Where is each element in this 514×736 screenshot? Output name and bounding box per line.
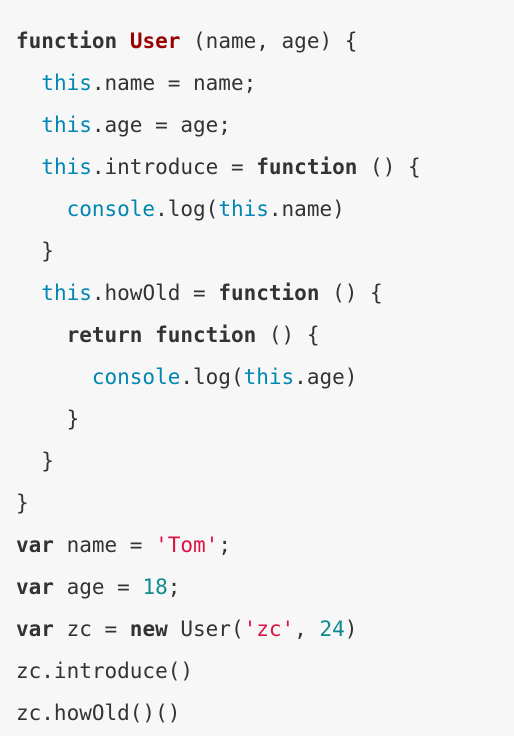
code-token-builtin: this (218, 197, 269, 221)
code-line[interactable]: } (0, 482, 514, 524)
code-token-builtin: this (243, 365, 295, 389)
code-token-builtin: this (41, 71, 92, 95)
code-token-string: 'Tom' (155, 533, 219, 557)
code-token-plain: .age = age; (91, 113, 231, 137)
code-token-plain: zc.howOld()() (16, 701, 181, 725)
code-token-plain: (name, age) { (180, 29, 358, 53)
code-line[interactable]: zc.introduce() (0, 650, 514, 692)
code-token-builtin: this (41, 281, 92, 305)
code-token-plain: } (16, 407, 80, 431)
code-token-plain: age = (53, 575, 143, 599)
code-token-plain: ; (218, 533, 231, 557)
code-line[interactable]: } (0, 230, 514, 272)
code-token-plain: ; (167, 575, 181, 599)
code-token-keyword: var (16, 533, 54, 557)
code-token-plain: , (294, 617, 320, 641)
code-token-keyword: function (218, 281, 320, 305)
code-line[interactable]: console.log(this.age) (0, 356, 514, 398)
code-token-plain: .introduce = (91, 155, 257, 179)
code-token-keyword: var (16, 617, 54, 641)
code-token-plain: () { (319, 281, 383, 305)
code-token-plain: .log( (155, 197, 219, 221)
code-token-keyword: return (66, 323, 143, 347)
code-line[interactable]: console.log(this.name) (0, 188, 514, 230)
code-line[interactable]: var zc = new User('zc', 24) (0, 608, 514, 650)
code-token-plain: .name = name; (91, 71, 257, 95)
code-token-keyword: function (256, 155, 358, 179)
code-token-plain: zc = (53, 617, 130, 641)
code-block[interactable]: function User (name, age) { this.name = … (0, 0, 514, 736)
code-line[interactable]: zc.howOld()() (0, 692, 514, 734)
code-token-number: 24 (319, 617, 345, 641)
code-token-builtin: this (41, 155, 92, 179)
code-token-builtin: this (41, 113, 92, 137)
code-token-class: User (129, 29, 181, 53)
code-token-builtin: console (91, 365, 181, 389)
code-token-plain: () { (357, 155, 421, 179)
code-token-builtin: console (66, 197, 156, 221)
code-lines-container[interactable]: function User (name, age) { this.name = … (0, 20, 514, 734)
code-line[interactable]: } (0, 398, 514, 440)
code-line[interactable]: this.introduce = function () { (0, 146, 514, 188)
code-token-plain: name = (53, 533, 156, 557)
code-line[interactable]: var age = 18; (0, 566, 514, 608)
code-line[interactable]: } (0, 440, 514, 482)
code-token-keyword: function (155, 323, 257, 347)
code-line[interactable]: var name = 'Tom'; (0, 524, 514, 566)
code-token-plain: } (16, 491, 29, 515)
code-token-keyword: new (129, 617, 168, 641)
code-token-plain: } (16, 449, 54, 473)
code-token-plain: } (16, 239, 54, 263)
code-token-plain: .log( (180, 365, 244, 389)
code-line[interactable]: this.name = name; (0, 62, 514, 104)
code-token-number: 18 (142, 575, 168, 599)
code-token-keyword: var (16, 575, 54, 599)
code-token-string: 'zc' (243, 617, 295, 641)
code-token-plain: .age) (294, 365, 358, 389)
code-token-plain: ) (344, 617, 358, 641)
code-token-keyword: function (16, 29, 118, 53)
code-token-plain: .name) (268, 197, 345, 221)
code-line[interactable]: return function () { (0, 314, 514, 356)
code-token-plain: User( (167, 617, 244, 641)
code-token-plain: zc.introduce() (16, 659, 194, 683)
code-token-plain: () { (256, 323, 320, 347)
code-line[interactable]: function User (name, age) { (0, 20, 514, 62)
code-token-plain: .howOld = (91, 281, 219, 305)
code-line[interactable]: this.age = age; (0, 104, 514, 146)
code-line[interactable]: this.howOld = function () { (0, 272, 514, 314)
